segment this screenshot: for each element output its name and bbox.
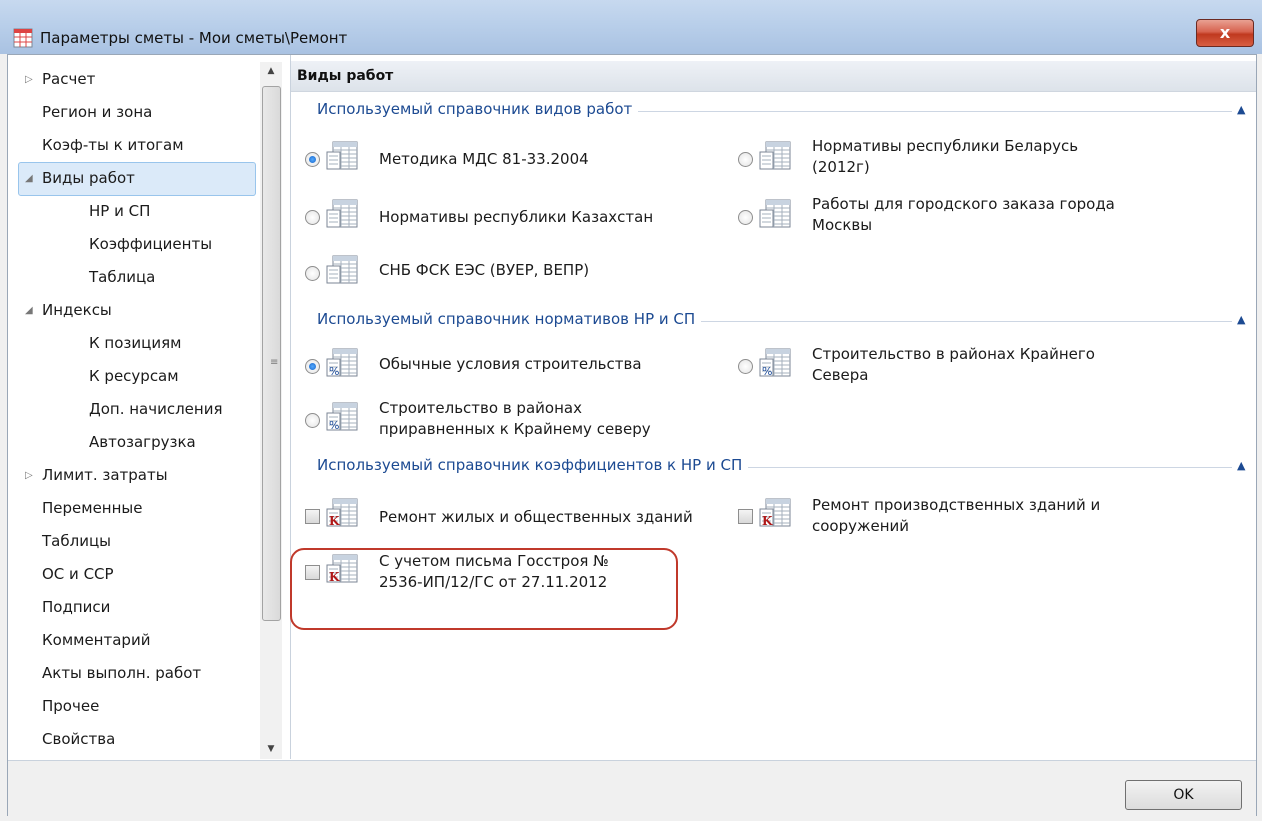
option-label-line2[interactable]: сооружений (812, 516, 909, 537)
sidebar-item-prochee[interactable]: Прочее (42, 697, 99, 715)
radio-normal-conditions[interactable] (305, 359, 320, 374)
svg-text:%: % (762, 365, 772, 378)
option-label[interactable]: Обычные условия строительства (379, 354, 642, 375)
option-label-line2[interactable]: (2012г) (812, 157, 870, 178)
main-panel: Виды работ Используемый справочник видов… (291, 55, 1256, 759)
ok-button[interactable]: OK (1125, 780, 1242, 810)
sidebar-item-akty[interactable]: Акты выполн. работ (42, 664, 201, 682)
sidebar-item-dop-nachisleniya[interactable]: Доп. начисления (89, 400, 223, 418)
sidebar-item-nr-sp[interactable]: НР и СП (89, 202, 150, 220)
scroll-up-icon[interactable]: ▲ (260, 62, 282, 80)
panel-header: Виды работ (291, 61, 1256, 92)
checkbox-residential[interactable] (305, 509, 320, 524)
checkbox-industrial[interactable] (738, 509, 753, 524)
option-label[interactable]: Ремонт жилых и общественных зданий (379, 507, 693, 528)
option-label-line2[interactable]: Севера (812, 365, 868, 386)
table-document-icon (759, 141, 791, 170)
svg-text:K: K (762, 514, 773, 528)
title-bar: Параметры сметы - Мои сметы\Ремонт x (0, 0, 1262, 54)
sidebar-item-region[interactable]: Регион и зона (42, 103, 152, 121)
sidebar-item-coef-itog[interactable]: Коэф-ты к итогам (42, 136, 184, 154)
option-label[interactable]: Нормативы республики Беларусь (812, 136, 1078, 157)
sidebar-item-kommentariy[interactable]: Комментарий (42, 631, 150, 649)
k-table-icon: K (759, 498, 791, 528)
scroll-thumb[interactable]: ≡ (262, 86, 281, 621)
table-document-icon (326, 255, 358, 284)
button-bar: OK (8, 760, 1256, 816)
sidebar-item-svoystva[interactable]: Свойства (42, 730, 115, 748)
radio-snb-fsk[interactable] (305, 266, 320, 281)
option-label[interactable]: Строительство в районах (379, 398, 582, 419)
sidebar-item-tablicy[interactable]: Таблицы (42, 532, 111, 550)
sidebar-item-koefficienty[interactable]: Коэффициенты (89, 235, 212, 253)
option-label[interactable]: Ремонт производственных зданий и (812, 495, 1100, 516)
table-document-icon (326, 141, 358, 170)
svg-text:K: K (329, 514, 340, 528)
option-label[interactable]: Работы для городского заказа города (812, 194, 1115, 215)
percent-table-icon: % (759, 348, 791, 378)
option-label[interactable]: Методика МДС 81-33.2004 (379, 149, 589, 170)
radio-far-north-equivalent[interactable] (305, 413, 320, 428)
sidebar-item-os-ssr[interactable]: ОС и ССР (42, 565, 114, 583)
expand-arrow-icon[interactable]: ▷ (25, 74, 33, 85)
close-button[interactable]: x (1196, 19, 1254, 47)
panel-title: Виды работ (297, 68, 394, 84)
collapse-section-icon[interactable]: ▲ (1237, 103, 1245, 116)
sidebar-item-avtozagruzka[interactable]: Автозагрузка (89, 433, 196, 451)
grid-app-icon (13, 28, 33, 48)
table-document-icon (759, 199, 791, 228)
grip-icon: ≡ (270, 357, 279, 368)
option-label[interactable]: Строительство в районах Крайнего (812, 344, 1095, 365)
collapse-section-icon[interactable]: ▲ (1237, 313, 1245, 326)
sidebar-item-limit[interactable]: Лимит. затраты (42, 466, 168, 484)
percent-table-icon: % (326, 402, 358, 432)
radio-kazakhstan[interactable] (305, 210, 320, 225)
collapse-arrow-icon[interactable]: ◢ (25, 305, 33, 316)
option-label-line2[interactable]: Москвы (812, 215, 872, 236)
collapse-section-icon[interactable]: ▲ (1237, 459, 1245, 472)
sidebar-item-peremennye[interactable]: Переменные (42, 499, 143, 517)
table-document-icon (326, 199, 358, 228)
annotation-highlight (290, 548, 678, 630)
expand-arrow-icon[interactable]: ▷ (25, 470, 33, 481)
dialog-window: Параметры сметы - Мои сметы\Ремонт x ▷ Р… (0, 0, 1262, 821)
option-label[interactable]: СНБ ФСК ЕЭС (ВУЕР, ВЕПР) (379, 260, 589, 281)
option-label-line2[interactable]: приравненных к Крайнему северу (379, 419, 651, 440)
section-title-coefficients: Используемый справочник коэффициентов к … (317, 456, 749, 474)
radio-mds[interactable] (305, 152, 320, 167)
scroll-down-icon[interactable]: ▼ (260, 740, 282, 758)
percent-table-icon: % (326, 348, 358, 378)
radio-moscow[interactable] (738, 210, 753, 225)
option-label[interactable]: Нормативы республики Казахстан (379, 207, 653, 228)
sidebar-scrollbar[interactable]: ▲ ≡ ▼ (260, 62, 282, 759)
radio-far-north[interactable] (738, 359, 753, 374)
svg-text:%: % (329, 419, 339, 432)
dialog-body: ▷ Расчет Регион и зона Коэф-ты к итогам … (7, 54, 1257, 816)
window-title: Параметры сметы - Мои сметы\Ремонт (40, 29, 348, 47)
collapse-arrow-icon[interactable]: ◢ (25, 173, 33, 184)
section-title-nr-sp: Используемый справочник нормативов НР и … (317, 310, 702, 328)
svg-text:%: % (329, 365, 339, 378)
sidebar-item-k-resursam[interactable]: К ресурсам (89, 367, 179, 385)
k-table-icon: K (326, 498, 358, 528)
sidebar-item-k-poziciyam[interactable]: К позициям (89, 334, 181, 352)
sidebar: ▷ Расчет Регион и зона Коэф-ты к итогам … (8, 55, 291, 759)
sidebar-item-vidy-rabot[interactable]: Виды работ (42, 169, 135, 187)
sidebar-item-raschet[interactable]: Расчет (42, 70, 95, 88)
sidebar-item-podpisi[interactable]: Подписи (42, 598, 110, 616)
sidebar-item-indeksy[interactable]: Индексы (42, 301, 112, 319)
section-title-vidy-rabot: Используемый справочник видов работ (317, 100, 639, 118)
sidebar-item-tablica[interactable]: Таблица (89, 268, 155, 286)
radio-belarus[interactable] (738, 152, 753, 167)
